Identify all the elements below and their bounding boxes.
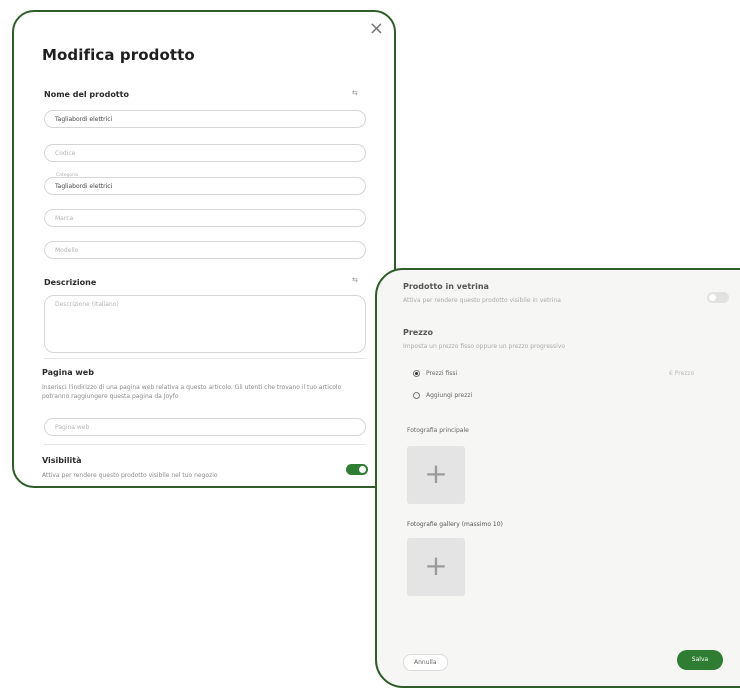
translate-icon[interactable]: ⇆ — [352, 89, 358, 97]
gallery-upload[interactable]: + — [407, 538, 465, 596]
category-label: Categoria — [56, 173, 78, 178]
add-price-radio[interactable] — [413, 392, 420, 399]
price-input[interactable]: € Prezzo — [669, 369, 694, 378]
price-hint: Imposta un prezzo fisso oppure un prezzo… — [403, 343, 566, 350]
featured-hint: Attiva per rendere questo prodotto visib… — [403, 297, 561, 304]
translate-icon[interactable]: ⇆ — [352, 276, 358, 284]
edit-product-dialog: × Modifica prodotto Nome del prodotto ⇆ … — [12, 10, 396, 488]
price-label: Prezzo — [403, 328, 434, 337]
featured-toggle[interactable] — [707, 292, 729, 303]
brand-input[interactable]: Marca — [44, 209, 366, 227]
main-photo-upload[interactable]: + — [407, 446, 465, 504]
visibility-hint: Attiva per rendere questo prodotto visib… — [42, 472, 218, 479]
webpage-hint: Inserisci l'indirizzo di una pagina web … — [42, 384, 342, 400]
visibility-label: Visibilità — [42, 456, 82, 465]
model-input[interactable]: Modello — [44, 241, 366, 259]
main-photo-label: Fotografia principale — [407, 427, 469, 434]
description-label: Descrizione — [44, 278, 97, 287]
product-name-input[interactable]: Tagliabordi elettrici — [44, 110, 366, 128]
save-button[interactable]: Salva — [677, 650, 723, 670]
cancel-button[interactable]: Annulla — [403, 654, 448, 671]
fixed-price-radio[interactable] — [413, 370, 420, 377]
category-input[interactable]: Tagliabordi elettrici — [44, 177, 366, 195]
dialog-title: Modifica prodotto — [42, 46, 195, 64]
code-input[interactable]: Codice — [44, 144, 366, 162]
webpage-input[interactable]: Pagina web — [44, 418, 366, 436]
description-textarea[interactable]: Descrizione (Italiano) — [44, 295, 366, 353]
close-icon[interactable]: × — [369, 18, 384, 39]
divider — [44, 444, 366, 445]
gallery-label: Fotografie gallery (massimo 10) — [407, 521, 503, 528]
product-details-panel: Prodotto in vetrina Attiva per rendere q… — [375, 268, 740, 688]
fixed-price-label: Prezzi fissi — [426, 370, 458, 377]
webpage-label: Pagina web — [42, 368, 94, 377]
featured-label: Prodotto in vetrina — [403, 282, 489, 291]
add-price-label: Aggiungi prezzi — [426, 392, 473, 399]
product-name-label: Nome del prodotto — [44, 90, 129, 99]
divider — [44, 358, 366, 359]
visibility-toggle[interactable] — [346, 464, 368, 475]
